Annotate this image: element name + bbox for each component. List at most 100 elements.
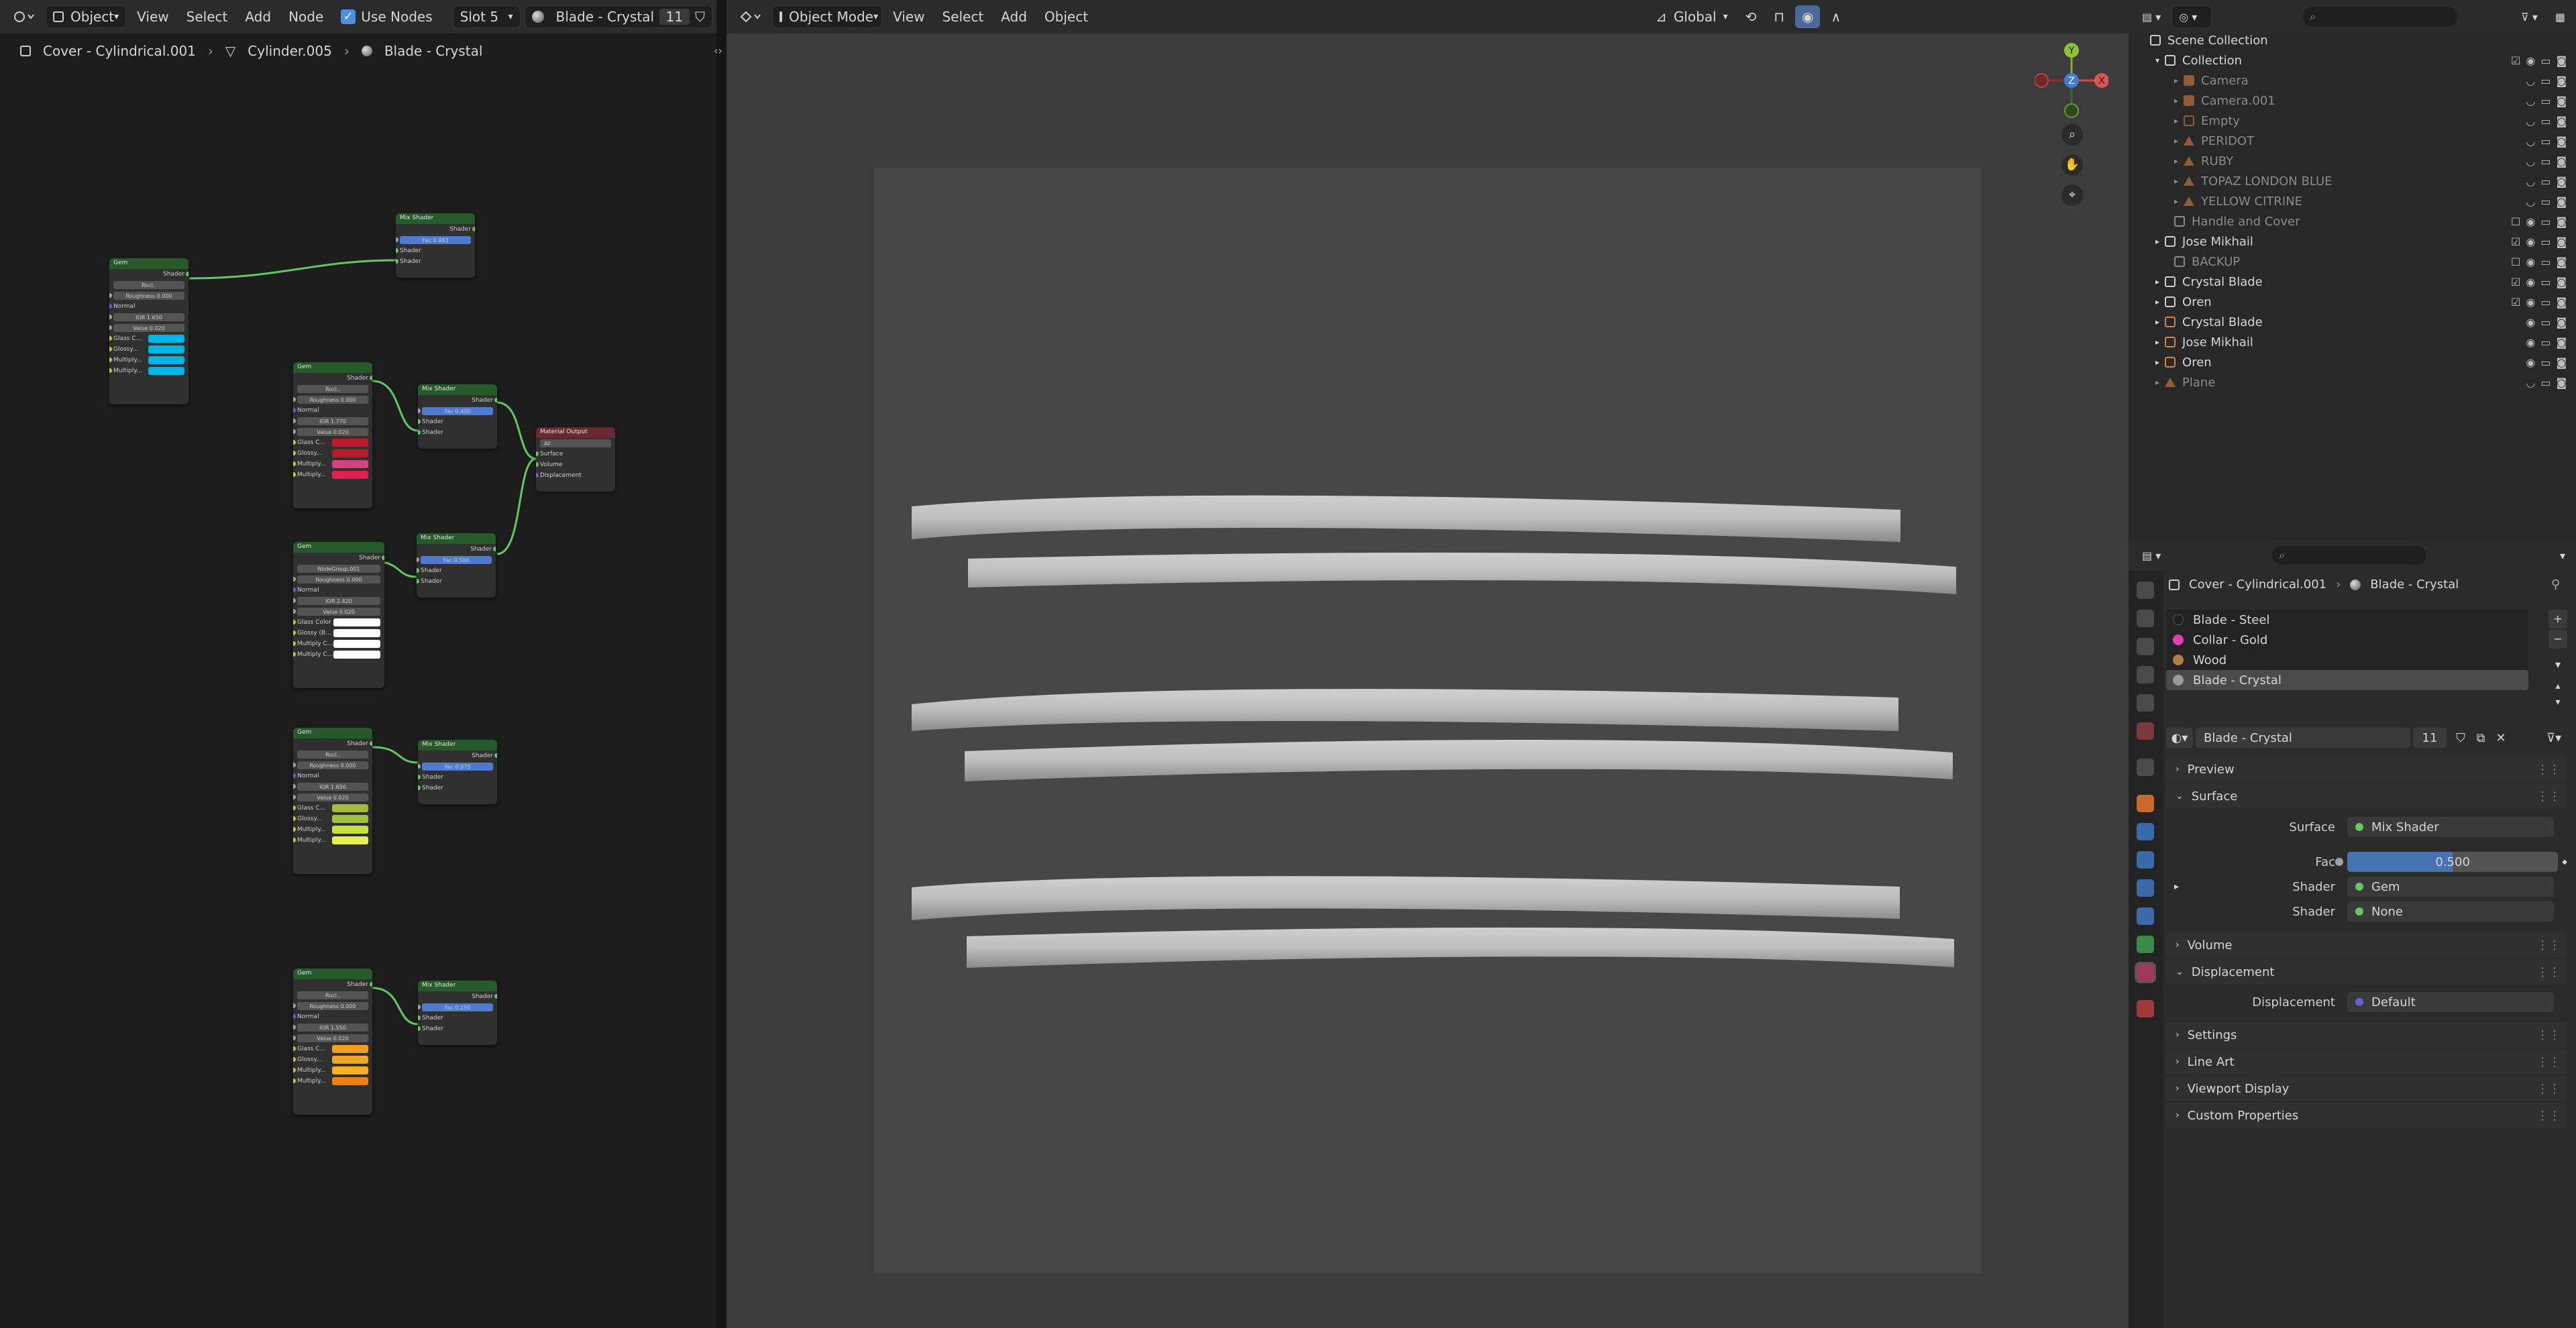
outliner-row[interactable]: ▸ PERIDOT ◡ ▭ ◙ (2129, 131, 2576, 151)
output-tab-icon[interactable] (2137, 638, 2154, 655)
input-socket[interactable] (293, 773, 296, 778)
input-socket[interactable] (293, 1057, 296, 1062)
render-tab-icon[interactable] (2137, 610, 2154, 627)
expand-arrow-icon[interactable]: ▸ (2155, 277, 2159, 286)
row-toggles[interactable]: ◡ ▭ ◙ (2526, 74, 2567, 87)
screen-icon[interactable]: ▭ (2540, 296, 2551, 309)
material-tab-icon[interactable] (2137, 964, 2154, 981)
outliner-row[interactable]: BACKUP ☐ ◉ ▭ ◙ (2129, 252, 2576, 272)
input-socket[interactable] (293, 440, 296, 445)
row-toggles[interactable]: ◡ ▭ ◙ (2526, 115, 2567, 127)
drag-handle-icon[interactable]: ⋮⋮ (2536, 1082, 2561, 1096)
checkbox-checked-icon[interactable]: ☑ (2511, 54, 2520, 67)
ior-field[interactable]: IOR 2.420 (293, 596, 384, 606)
outliner-row[interactable]: ▸ Empty ◡ ▭ ◙ (2129, 111, 2576, 131)
data-tab-icon[interactable] (2137, 936, 2154, 953)
expand-arrow-icon[interactable]: ▸ (2155, 317, 2159, 327)
color-input[interactable]: Glass C... (109, 333, 189, 344)
color-swatch[interactable] (333, 629, 380, 637)
outliner-row[interactable]: ▾ Collection ☑ ◉ ▭ ◙ (2129, 50, 2576, 70)
object-tab-icon[interactable] (2137, 795, 2154, 812)
camera-render-icon[interactable]: ◙ (2556, 235, 2567, 248)
input-socket[interactable] (293, 1068, 296, 1072)
eye-icon[interactable]: ◉ (2526, 235, 2535, 248)
physics-tab-icon[interactable] (2137, 879, 2154, 897)
input-socket[interactable] (418, 764, 421, 769)
outliner-row[interactable]: ▸ Crystal Blade ◉ ▭ ◙ (2129, 312, 2576, 332)
output-socket[interactable] (494, 398, 497, 402)
slot-specials-chevron-icon[interactable]: ▾ (2548, 655, 2567, 674)
color-input[interactable]: Multiply... (109, 366, 189, 376)
drag-handle-icon[interactable]: ⋮⋮ (2536, 965, 2561, 979)
input-socket[interactable] (293, 806, 296, 810)
area-divider[interactable] (716, 0, 727, 1328)
gem-node[interactable]: Gem Shader Rocl.. Roughness 0.000 Normal… (109, 258, 189, 404)
screen-icon[interactable]: ▭ (2540, 54, 2551, 67)
input-socket[interactable] (293, 620, 296, 624)
eye-icon[interactable]: ◉ (2526, 54, 2535, 67)
screen-icon[interactable]: ▭ (2540, 115, 2551, 127)
material-output-node[interactable]: Material Output All Surface Volume Displ… (536, 427, 615, 492)
camera-render-icon[interactable]: ◙ (2556, 54, 2567, 67)
input-socket[interactable] (293, 838, 296, 842)
screen-icon[interactable]: ▭ (2540, 175, 2551, 188)
fac-slider[interactable]: 0.500 (2347, 852, 2559, 872)
expand-arrow-icon[interactable]: ▸ (2155, 378, 2159, 387)
roughness-field[interactable]: Roughness 0.000 (293, 760, 372, 771)
output-socket[interactable] (382, 555, 384, 560)
value-field[interactable]: Value 0.020 (293, 1033, 372, 1044)
row-toggles[interactable]: ◉ ▭ ◙ (2526, 316, 2567, 329)
input-socket[interactable] (293, 1078, 296, 1083)
color-swatch[interactable] (332, 1066, 368, 1074)
screen-icon[interactable]: ▭ (2540, 215, 2551, 228)
menu-view[interactable]: View (886, 5, 931, 28)
menu-add[interactable]: Add (994, 5, 1034, 28)
outliner-row[interactable]: ▸ YELLOW CITRINE ◡ ▭ ◙ (2129, 191, 2576, 211)
outliner-row[interactable]: ▸ RUBY ◡ ▭ ◙ (2129, 151, 2576, 171)
breadcrumb-object[interactable]: Cover - Cylindrical.001 (2189, 577, 2326, 592)
drag-handle-icon[interactable]: ⋮⋮ (2536, 1055, 2561, 1069)
outliner-row[interactable]: ▸ Plane ◡ ▭ ◙ (2129, 372, 2576, 392)
breadcrumb-material[interactable]: Blade - Crystal (2370, 577, 2459, 592)
expand-arrow-icon[interactable]: ▸ (2155, 297, 2159, 307)
drag-handle-icon[interactable]: ⋮⋮ (2536, 763, 2561, 777)
color-input[interactable]: Glossy... (293, 448, 372, 459)
line-art-panel-header[interactable]: › Line Art ⋮⋮ (2166, 1049, 2567, 1074)
eye-icon[interactable]: ◉ (2526, 256, 2535, 268)
material-slot[interactable]: Collar - Gold (2166, 630, 2528, 650)
new-collection-icon[interactable]: ▦ (2548, 5, 2572, 28)
shader2-field[interactable]: None (2347, 901, 2554, 922)
input-socket[interactable] (109, 336, 112, 341)
screen-icon[interactable]: ▭ (2540, 336, 2551, 349)
input-socket[interactable] (293, 784, 296, 789)
output-socket[interactable] (493, 547, 496, 551)
color-input[interactable]: Multiply... (293, 1076, 372, 1087)
input-socket[interactable] (293, 1036, 296, 1040)
checkbox-unchecked-icon[interactable]: ☐ (2511, 215, 2520, 228)
input-socket[interactable] (293, 429, 296, 434)
scene-tab-icon[interactable] (2137, 694, 2154, 712)
material-slot-active[interactable]: Blade - Crystal (2166, 670, 2528, 690)
output-socket[interactable] (370, 982, 372, 987)
eye-closed-icon[interactable]: ◡ (2526, 135, 2535, 148)
color-input[interactable]: Glass Color (293, 617, 384, 628)
camera-render-icon[interactable]: ◙ (2556, 135, 2567, 148)
camera-render-icon[interactable]: ◙ (2556, 215, 2567, 228)
color-input[interactable]: Glass C... (293, 803, 372, 814)
input-socket[interactable] (396, 237, 398, 242)
fac-field[interactable]: Fac 0.250 (418, 1002, 497, 1013)
material-slot[interactable]: Blade - Steel (2166, 610, 2528, 630)
color-swatch[interactable] (148, 356, 184, 364)
input-socket[interactable] (293, 461, 296, 466)
input-socket[interactable] (293, 408, 296, 412)
output-socket[interactable] (186, 272, 189, 276)
move-slot-down-icon[interactable]: ▾ (2548, 697, 2567, 710)
color-swatch[interactable] (332, 815, 368, 823)
row-toggles[interactable]: ☐ ◉ ▭ ◙ (2511, 215, 2567, 228)
expand-arrow-icon[interactable]: ▸ (2155, 357, 2159, 367)
value-field[interactable]: Value 0.020 (293, 427, 372, 437)
input-socket[interactable] (109, 304, 112, 309)
screen-icon[interactable]: ▭ (2540, 74, 2551, 87)
outliner-row[interactable]: ▸ Camera.001 ◡ ▭ ◙ (2129, 91, 2576, 111)
expand-arrow-icon[interactable]: ▸ (2174, 197, 2178, 206)
